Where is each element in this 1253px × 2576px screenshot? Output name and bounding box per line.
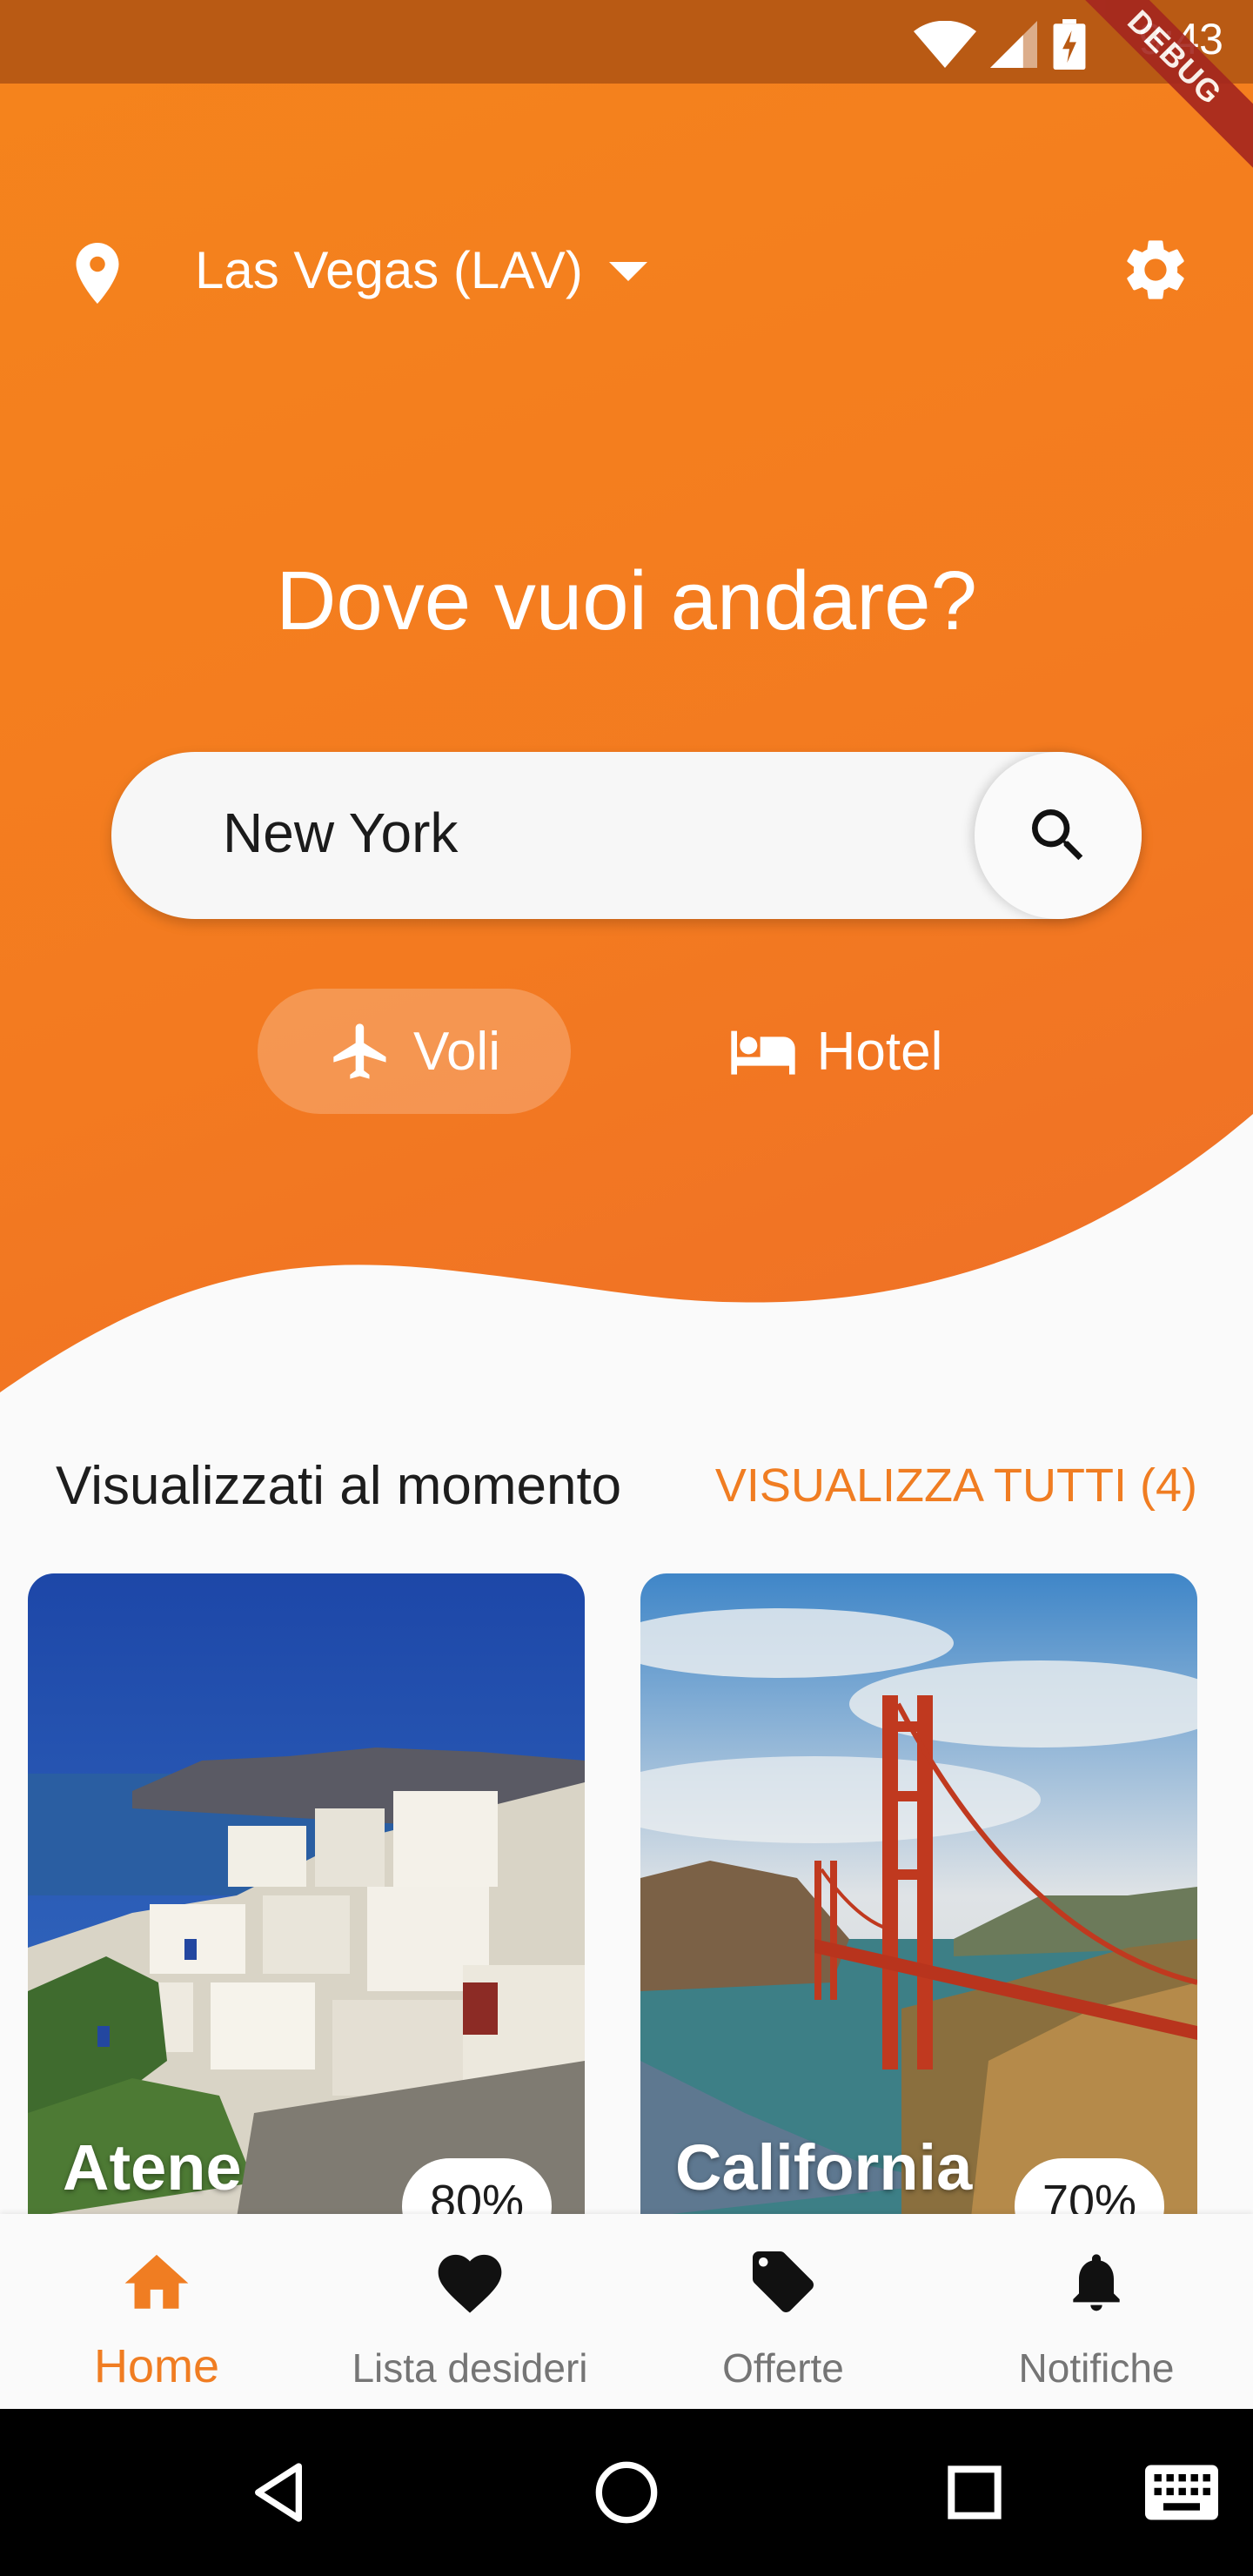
location-selector[interactable]: Las Vegas (LAV) [195, 240, 583, 300]
view-all-link[interactable]: VISUALIZZA TUTTI (4) [715, 1459, 1197, 1513]
hotels-toggle[interactable]: Hotel [679, 989, 992, 1114]
search-button[interactable] [975, 752, 1142, 919]
hotels-label: Hotel [816, 1021, 943, 1082]
bed-icon [730, 1030, 795, 1075]
section-title: Visualizzati al momento [56, 1456, 622, 1516]
destination-card[interactable]: Atene 80% [28, 1573, 585, 2217]
gear-icon[interactable] [1119, 233, 1192, 306]
recents-icon[interactable] [940, 2458, 1009, 2527]
bottom-navigation: Home Lista desideri Offerte Notifiche [0, 2214, 1253, 2409]
nav-item-notifications[interactable]: Notifiche [940, 2214, 1253, 2409]
discount-badge: 70% [1015, 2158, 1164, 2217]
wifi-icon [914, 21, 976, 68]
bell-icon [1073, 2254, 1120, 2311]
status-bar: 9:43 [0, 0, 1253, 84]
heart-icon [438, 2254, 502, 2313]
header-wave [0, 1114, 1253, 1427]
battery-icon [1053, 19, 1086, 70]
destination-image-california [640, 1573, 1197, 2217]
system-navigation-bar [0, 2409, 1253, 2576]
airplane-icon [333, 1023, 386, 1079]
flights-label: Voli [413, 1021, 500, 1082]
destination-card[interactable]: California 70% [640, 1573, 1197, 2217]
status-icons [914, 19, 1088, 70]
discount-badge: 80% [402, 2158, 552, 2217]
page-title: Dove vuoi andare? [276, 554, 977, 647]
nav-label: Notifiche [1018, 2345, 1175, 2391]
search-field[interactable]: New York [111, 752, 1142, 919]
search-input[interactable]: New York [223, 801, 458, 865]
destination-image-athens [28, 1573, 585, 2217]
home-icon [124, 2254, 189, 2309]
nav-item-home[interactable]: Home [0, 2214, 313, 2409]
nav-label: Home [93, 2340, 220, 2392]
location-pin-icon [76, 243, 119, 304]
back-icon[interactable] [244, 2458, 313, 2527]
card-title: California [675, 2131, 973, 2204]
chevron-down-icon[interactable] [609, 261, 647, 282]
home-circle-icon[interactable] [592, 2458, 661, 2527]
search-icon [1032, 809, 1083, 861]
tag-icon [753, 2251, 814, 2312]
card-title: Atene [63, 2131, 242, 2204]
cell-signal-icon [990, 21, 1037, 68]
flights-toggle[interactable]: Voli [258, 989, 571, 1114]
nav-item-offers[interactable]: Offerte [626, 2214, 940, 2409]
keyboard-icon[interactable] [1145, 2465, 1218, 2520]
nav-item-wishlist[interactable]: Lista desideri [313, 2214, 626, 2409]
nav-label: Offerte [722, 2345, 844, 2391]
nav-label: Lista desideri [352, 2345, 588, 2391]
